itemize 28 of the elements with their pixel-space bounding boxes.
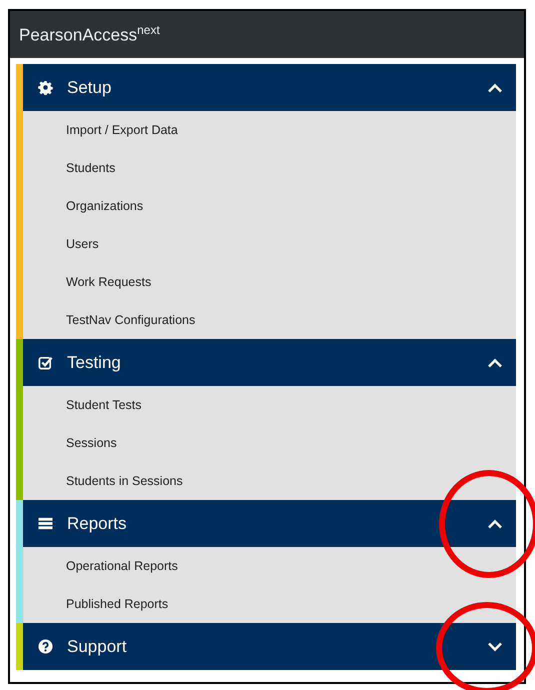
menu-item[interactable]: Sessions [23, 424, 516, 462]
menu-item[interactable]: TestNav Configurations [23, 301, 516, 339]
chevron-up-icon[interactable] [487, 358, 503, 368]
section-header[interactable]: Setup [23, 64, 516, 111]
menu-item[interactable]: Work Requests [23, 263, 516, 301]
menu-item[interactable]: Student Tests [23, 386, 516, 424]
menu-item[interactable]: Users [23, 225, 516, 263]
section-title: Testing [67, 352, 122, 372]
help-icon [38, 639, 53, 654]
checkbox-icon [38, 355, 53, 370]
chevron-up-icon[interactable] [487, 82, 503, 92]
menu-item[interactable]: Students in Sessions [23, 462, 516, 500]
app-title: PearsonAccess$^{next}$ [19, 23, 160, 46]
menu-item[interactable]: Organizations [23, 187, 516, 225]
menu-item[interactable]: Published Reports [23, 585, 516, 623]
list-icon [38, 516, 53, 531]
menu-item[interactable]: Students [23, 149, 516, 187]
section-header[interactable]: Support [23, 623, 516, 670]
section-header[interactable]: Reports [23, 500, 516, 547]
chevron-down-icon[interactable] [487, 642, 503, 652]
section-header[interactable]: Testing [23, 339, 516, 386]
section-title: Reports [67, 514, 128, 534]
chevron-up-icon[interactable] [487, 518, 503, 528]
section-title: Setup [67, 78, 112, 98]
section-title: Support [67, 636, 128, 656]
menu-item[interactable]: Operational Reports [23, 547, 516, 585]
menu-item[interactable]: Import / Export Data [23, 111, 516, 149]
gear-icon [38, 80, 53, 95]
